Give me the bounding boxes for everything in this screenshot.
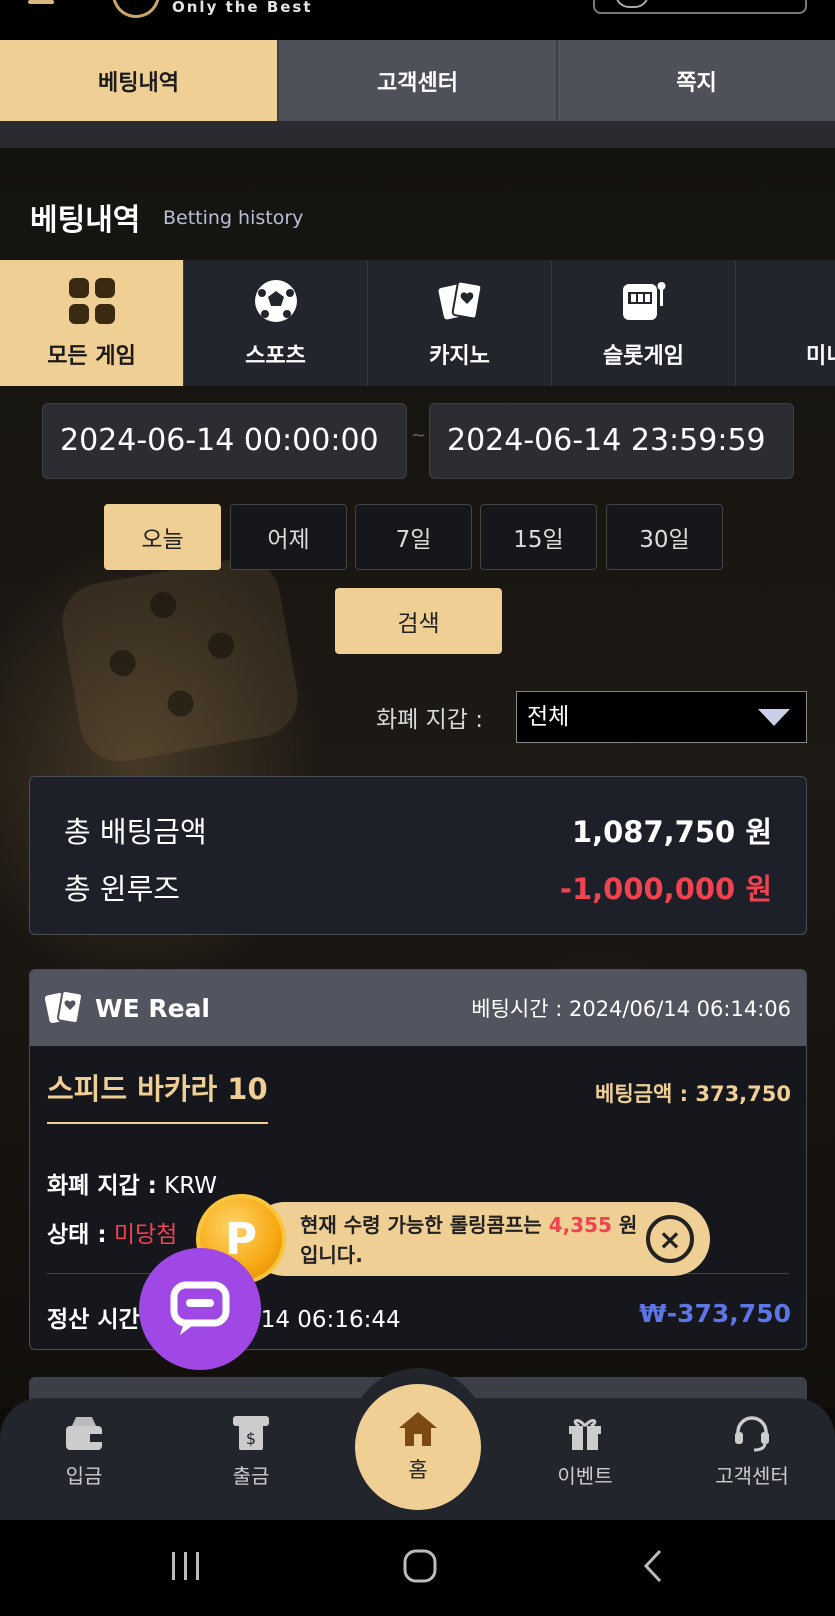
- top-tabs: 베팅내역 고객센터 쪽지: [0, 40, 835, 121]
- provider-name: WE Real: [95, 993, 211, 1023]
- roulette-icon: [793, 276, 835, 326]
- page-title: 베팅내역: [30, 203, 141, 238]
- playing-cards-icon: [435, 276, 485, 326]
- soccer-ball-icon: [251, 276, 301, 326]
- headset-icon: [735, 1416, 769, 1452]
- category-label: 모든 게임: [47, 344, 136, 369]
- wallet-filter-label: 화폐 지갑 :: [376, 707, 484, 733]
- category-mini[interactable]: 미니: [736, 260, 835, 386]
- toast-text-after: 원: [618, 1213, 638, 1237]
- svg-text:$: $: [246, 1429, 256, 1448]
- status-label: 상태 :: [47, 1222, 107, 1248]
- live-chat-button[interactable]: [139, 1248, 261, 1370]
- bet-amount-label: 베팅금액 :: [595, 1082, 689, 1106]
- start-date-input[interactable]: 2024-06-14 00:00:00: [42, 403, 407, 479]
- avatar-icon: [615, 0, 649, 8]
- logo-icon[interactable]: [112, 0, 160, 18]
- rolling-comp-toast[interactable]: 현재 수령 가능한 롤링콤프는 4,355 원 입니다. ×: [248, 1202, 710, 1276]
- nav-home[interactable]: 홈: [355, 1384, 481, 1510]
- chevron-down-icon: [758, 709, 790, 726]
- category-label: 슬롯게임: [603, 344, 684, 369]
- toast-message: 현재 수령 가능한 롤링콤프는 4,355 원 입니다.: [300, 1210, 640, 1270]
- divider-bar: [0, 121, 835, 148]
- nav-withdraw[interactable]: $ 출금: [186, 1414, 316, 1489]
- bet-time-label: 베팅시간 :: [471, 997, 563, 1021]
- total-winloss-value: -1,000,000 원: [559, 872, 772, 906]
- logo-slogan: Only the Best: [172, 0, 313, 16]
- chat-bubble-icon: [170, 1281, 230, 1335]
- settle-amount: ₩-373,750: [639, 1299, 791, 1328]
- total-bet-row: 총 배팅금액 1,087,750 원: [64, 809, 772, 851]
- nav-label: 이벤트: [557, 1464, 613, 1488]
- status-info: 상태 : 미당첨: [47, 1215, 177, 1249]
- total-winloss-row: 총 윈루즈 -1,000,000 원: [64, 866, 772, 908]
- range-30days-button[interactable]: 30일: [606, 504, 723, 570]
- category-label: 카지노: [429, 344, 490, 369]
- settle-label: 정산 시간: [47, 1307, 140, 1333]
- total-winloss-label: 총 윈루즈: [64, 872, 180, 906]
- grid-icon: [67, 276, 117, 326]
- category-label: 미니: [806, 344, 835, 369]
- wallet-value: KRW: [164, 1173, 218, 1199]
- hamburger-menu-icon[interactable]: [28, 0, 54, 4]
- wallet-icon: [66, 1417, 102, 1450]
- playing-cards-icon: [45, 990, 83, 1025]
- gift-icon: [569, 1419, 601, 1450]
- range-yesterday-button[interactable]: 어제: [230, 504, 347, 570]
- total-bet-value: 1,087,750 원: [571, 815, 772, 849]
- close-icon[interactable]: ×: [646, 1215, 694, 1263]
- home-icon: [399, 1412, 437, 1446]
- withdraw-icon: $: [233, 1416, 269, 1450]
- search-button[interactable]: 검색: [335, 588, 502, 654]
- date-separator: ~: [411, 425, 427, 446]
- nav-label: 홈: [408, 1458, 428, 1482]
- nav-customer-center[interactable]: 고객센터: [687, 1414, 817, 1489]
- provider: WE Real: [45, 990, 210, 1026]
- category-all-games[interactable]: 모든 게임: [0, 260, 184, 386]
- total-bet-label: 총 배팅금액: [64, 815, 207, 849]
- wallet-label: 화폐 지갑 :: [47, 1173, 157, 1199]
- nav-label: 출금: [232, 1464, 270, 1488]
- betting-summary: 총 배팅금액 1,087,750 원 총 윈루즈 -1,000,000 원: [29, 776, 807, 935]
- user-info-pill[interactable]: [593, 0, 807, 14]
- bet-time: 베팅시간 : 2024/06/14 06:14:06: [471, 993, 791, 1023]
- tab-betting-history[interactable]: 베팅내역: [0, 40, 279, 121]
- bet-card-header: WE Real 베팅시간 : 2024/06/14 06:14:06: [30, 970, 806, 1046]
- wallet-filter-select[interactable]: 전체: [516, 691, 807, 743]
- back-icon[interactable]: [636, 1548, 672, 1584]
- system-navigation-bar: [0, 1520, 835, 1616]
- end-date-input[interactable]: 2024-06-14 23:59:59: [429, 403, 794, 479]
- nav-event[interactable]: 이벤트: [520, 1414, 650, 1489]
- range-today-button[interactable]: 오늘: [104, 504, 221, 570]
- settle-time: /14 06:16:44: [252, 1307, 401, 1333]
- slot-machine-icon: [619, 276, 669, 326]
- toast-text-line2: 입니다.: [300, 1243, 363, 1267]
- bet-amount-value: 373,750: [695, 1082, 791, 1106]
- page-subtitle: Betting history: [163, 207, 304, 229]
- status-badge: 미당첨: [113, 1222, 178, 1248]
- bet-amount: 베팅금액 : 373,750: [595, 1078, 791, 1108]
- game-category-tabs: 모든 게임 스포츠 카지노 슬롯게임 미니: [0, 260, 835, 386]
- toast-amount: 4,355: [548, 1213, 612, 1237]
- tab-messages[interactable]: 쪽지: [558, 40, 835, 121]
- wallet-info: 화폐 지갑 : KRW: [47, 1166, 217, 1200]
- toast-text-before: 현재 수령 가능한 롤링콤프는: [300, 1213, 542, 1237]
- game-name: 스피드 바카라 10: [47, 1066, 268, 1124]
- category-casino[interactable]: 카지노: [368, 260, 552, 386]
- range-7days-button[interactable]: 7일: [355, 504, 472, 570]
- category-label: 스포츠: [245, 344, 306, 369]
- home-system-icon[interactable]: [402, 1548, 438, 1584]
- nav-label: 입금: [65, 1464, 103, 1488]
- category-sports[interactable]: 스포츠: [184, 260, 368, 386]
- bet-time-value: 2024/06/14 06:14:06: [568, 997, 791, 1021]
- range-15days-button[interactable]: 15일: [480, 504, 597, 570]
- category-slots[interactable]: 슬롯게임: [552, 260, 736, 386]
- nav-label: 고객센터: [715, 1464, 789, 1488]
- dice-decoration: [56, 552, 304, 768]
- recent-apps-icon[interactable]: [168, 1548, 204, 1584]
- wallet-filter-value: 전체: [527, 704, 570, 730]
- nav-deposit[interactable]: 입금: [19, 1414, 149, 1489]
- tab-customer-center[interactable]: 고객센터: [279, 40, 558, 121]
- top-header: Only the Best: [0, 0, 835, 40]
